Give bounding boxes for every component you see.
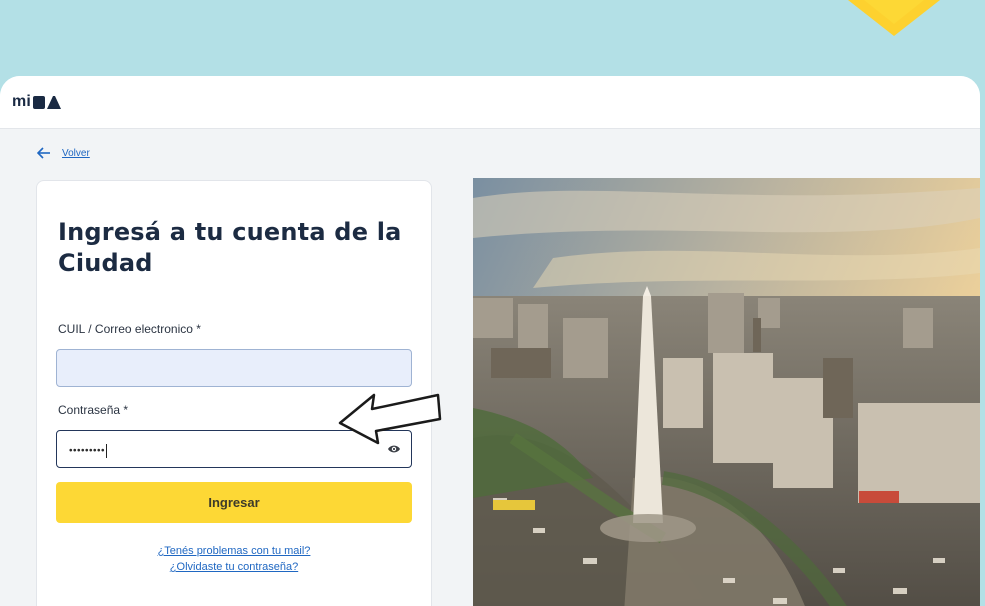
arrow-left-icon xyxy=(37,147,50,159)
back-label: Volver xyxy=(62,147,90,159)
forgot-password-link[interactable]: ¿Olvidaste tu contraseña? xyxy=(56,561,412,573)
password-mask: ••••••••• xyxy=(69,445,106,457)
page-content: Volver Ingresá a tu cuenta de la Ciudad … xyxy=(0,129,980,606)
text-caret xyxy=(106,444,108,458)
city-skyline-image xyxy=(473,178,980,606)
password-value: ••••••••• xyxy=(69,444,108,458)
user-field-label: CUIL / Correo electronico * xyxy=(58,322,201,336)
back-link[interactable]: Volver xyxy=(37,147,90,159)
logo-text: mi xyxy=(12,93,32,110)
submit-button[interactable]: Ingresar xyxy=(56,482,412,523)
hand-drawn-arrow-icon xyxy=(338,393,442,445)
miba-logo[interactable]: mi BA xyxy=(12,93,62,111)
user-input[interactable] xyxy=(56,349,412,387)
decorative-chevron xyxy=(848,0,940,36)
city-photo xyxy=(473,178,980,606)
logo-mark-icon: BA xyxy=(33,96,62,109)
top-bar: mi BA xyxy=(0,76,980,129)
password-field-label: Contraseña * xyxy=(58,403,129,417)
mail-help-link[interactable]: ¿Tenés problemas con tu mail? xyxy=(56,545,412,557)
app-window: mi BA Volver Ingresá a tu cuenta de la C… xyxy=(0,76,980,606)
page-title: Ingresá a tu cuenta de la Ciudad xyxy=(58,218,402,277)
